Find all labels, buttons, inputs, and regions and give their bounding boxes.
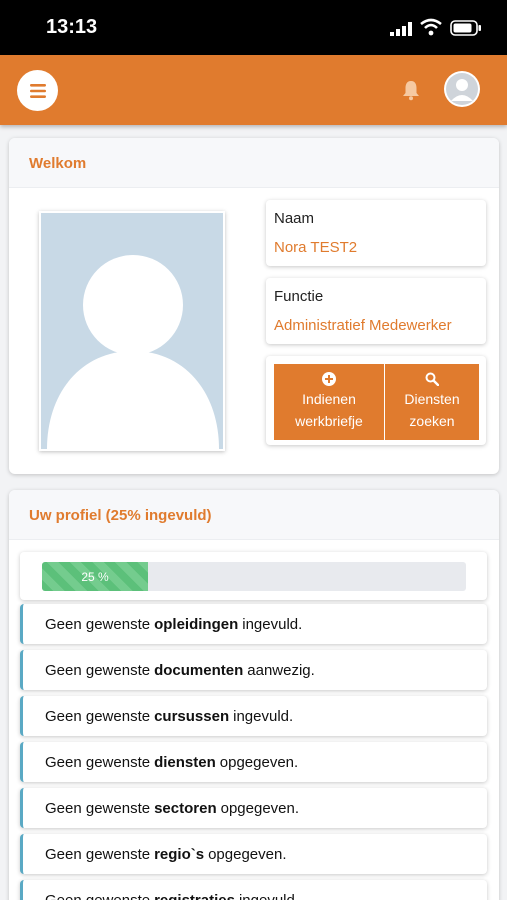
item-suffix: ingevuld. xyxy=(242,615,303,633)
profile-progress-box: 25 % xyxy=(20,552,487,600)
item-key: regio`s xyxy=(154,845,205,863)
function-label: Functie xyxy=(274,288,324,305)
welcome-card: Welkom Naam Nora TEST2 Functie Administr… xyxy=(9,138,499,474)
person-silhouette-icon xyxy=(41,213,223,449)
item-suffix: ingevuld. xyxy=(233,707,294,725)
item-prefix: Geen gewenste xyxy=(45,707,151,725)
status-time: 13:13 xyxy=(46,16,98,38)
item-suffix: ingevuld. xyxy=(238,891,299,900)
submit-worksheet-button[interactable]: Indienen werkbriefje xyxy=(274,364,384,440)
function-value: Administratief Medewerker xyxy=(274,317,452,334)
status-bar: 13:13 xyxy=(0,0,507,55)
profile-card: Uw profiel (25% ingevuld) 25 % Geen gewe… xyxy=(9,490,499,900)
profile-item[interactable]: Geen gewenste diensten opgegeven. xyxy=(20,742,487,782)
item-key: opleidingen xyxy=(154,615,239,633)
item-suffix: opgegeven. xyxy=(208,845,287,863)
search-shifts-button[interactable]: Diensten zoeken xyxy=(385,364,479,440)
bell-icon[interactable] xyxy=(401,79,421,101)
profile-item[interactable]: Geen gewenste cursussen ingevuld. xyxy=(20,696,487,736)
search-shifts-line1: Diensten xyxy=(404,391,460,407)
item-suffix: opgegeven. xyxy=(219,753,299,771)
profile-progress-track: 25 % xyxy=(42,562,466,591)
item-key: cursussen xyxy=(154,707,230,725)
action-buttons: Indienen werkbriefje Diensten zoeken xyxy=(266,356,486,445)
item-key: sectoren xyxy=(154,799,217,817)
item-key: registraties xyxy=(154,891,235,900)
name-value: Nora TEST2 xyxy=(274,239,358,256)
profile-item[interactable]: Geen gewenste registraties ingevuld. xyxy=(20,880,487,900)
submit-worksheet-line1: Indienen xyxy=(302,391,356,407)
user-avatar-button[interactable] xyxy=(444,71,480,107)
profile-item[interactable]: Geen gewenste regio`s opgegeven. xyxy=(20,834,487,874)
welcome-title: Welkom xyxy=(9,138,499,188)
profile-title: Uw profiel (25% ingevuld) xyxy=(9,490,499,540)
menu-icon xyxy=(29,83,46,98)
plus-circle-icon xyxy=(322,372,336,386)
battery-icon xyxy=(450,20,481,36)
wifi-icon xyxy=(420,18,442,36)
item-prefix: Geen gewenste xyxy=(45,753,151,771)
item-prefix: Geen gewenste xyxy=(45,845,151,863)
signal-icon xyxy=(390,22,412,36)
function-box: Functie Administratief Medewerker xyxy=(266,278,486,344)
profile-progress-bar: 25 % xyxy=(42,562,148,591)
item-prefix: Geen gewenste xyxy=(45,615,151,633)
search-icon xyxy=(425,372,439,386)
search-shifts-line2: zoeken xyxy=(409,413,455,429)
item-key: documenten xyxy=(154,661,244,679)
item-prefix: Geen gewenste xyxy=(45,799,151,817)
item-suffix: opgegeven. xyxy=(220,799,300,817)
name-label: Naam xyxy=(274,210,315,227)
menu-button[interactable] xyxy=(17,70,58,111)
profile-item[interactable]: Geen gewenste documenten aanwezig. xyxy=(20,650,487,690)
user-avatar-icon xyxy=(446,73,478,105)
item-prefix: Geen gewenste xyxy=(45,661,151,679)
app-header xyxy=(0,55,507,125)
item-key: diensten xyxy=(154,753,216,771)
profile-item[interactable]: Geen gewenste opleidingen ingevuld. xyxy=(20,604,487,644)
profile-item[interactable]: Geen gewenste sectoren opgegeven. xyxy=(20,788,487,828)
item-suffix: aanwezig. xyxy=(247,661,315,679)
submit-worksheet-line2: werkbriefje xyxy=(295,413,363,429)
name-box: Naam Nora TEST2 xyxy=(266,200,486,266)
profile-photo-placeholder xyxy=(39,211,225,451)
item-prefix: Geen gewenste xyxy=(45,891,151,900)
